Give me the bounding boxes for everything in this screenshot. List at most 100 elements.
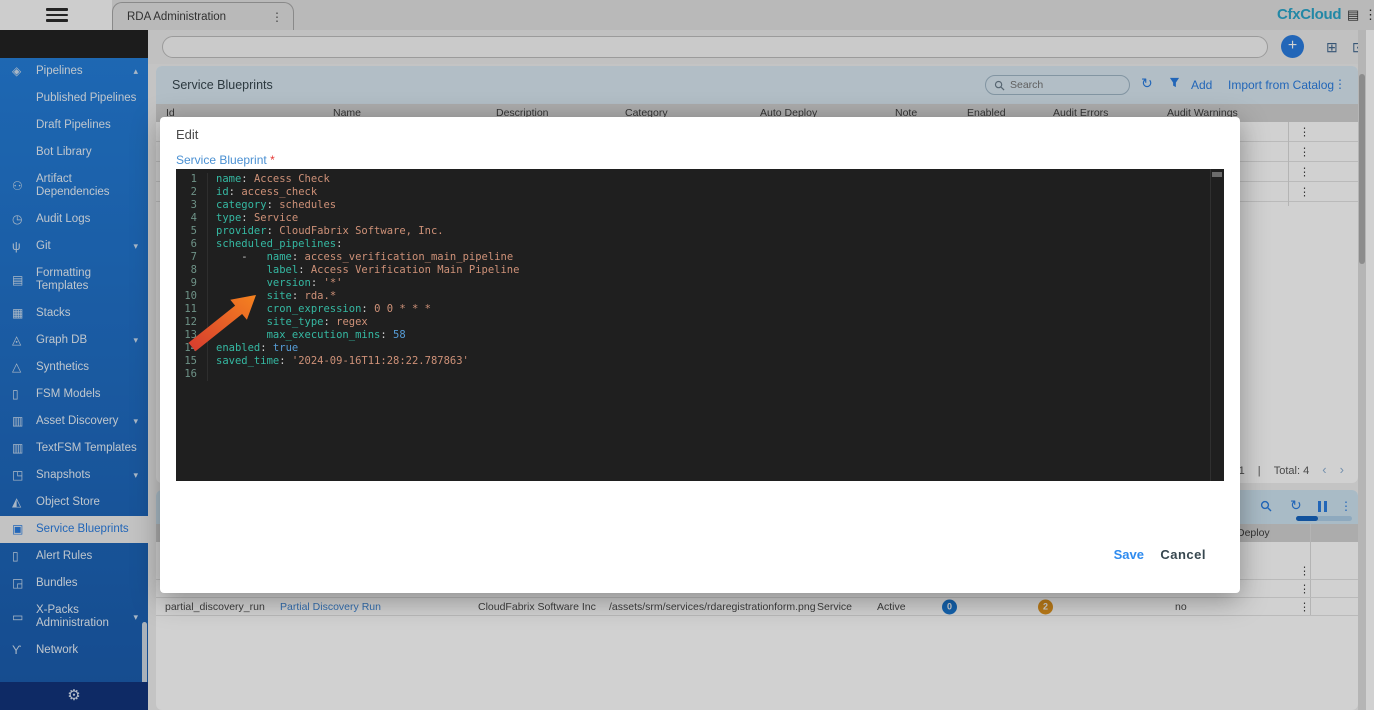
code-line: 3 category: schedules (176, 199, 1224, 212)
line-number: 4 (176, 212, 208, 225)
line-number: 12 (176, 316, 208, 329)
code-token: : (267, 199, 280, 211)
code-token: max_execution_mins (267, 329, 381, 341)
code-line: 7 - name: access_verification_main_pipel… (176, 251, 1224, 264)
code-token: name (216, 173, 241, 185)
code-token: 0 0 * * * (374, 303, 431, 315)
line-number: 14 (176, 342, 208, 355)
cancel-button[interactable]: Cancel (1160, 547, 1206, 562)
code-token: category (216, 199, 267, 211)
code-token: label (267, 264, 299, 276)
code-token: : (361, 303, 374, 315)
code-content: category: schedules (216, 199, 336, 212)
code-token: name (267, 251, 292, 263)
code-content: site: rda.* (216, 290, 336, 303)
line-number: 13 (176, 329, 208, 342)
code-line: 16 (176, 368, 1224, 381)
code-token: '*' (324, 277, 343, 289)
code-line: 4 type: Service (176, 212, 1224, 225)
edit-modal: Edit Service Blueprint * 1 name: Access C… (160, 117, 1240, 593)
line-number: 6 (176, 238, 208, 251)
code-line: 1 name: Access Check (176, 173, 1224, 186)
line-number: 1 (176, 173, 208, 186)
code-token: - (216, 251, 267, 263)
line-number: 2 (176, 186, 208, 199)
code-line: 13 max_execution_mins: 58 (176, 329, 1224, 342)
code-token: true (273, 342, 298, 354)
line-number: 5 (176, 225, 208, 238)
code-token: cron_expression (267, 303, 362, 315)
code-content: name: Access Check (216, 173, 330, 186)
line-number: 11 (176, 303, 208, 316)
code-token (216, 264, 267, 276)
code-token: type (216, 212, 241, 224)
code-token: site (267, 290, 292, 302)
code-content: label: Access Verification Main Pipeline (216, 264, 519, 277)
code-token (216, 329, 267, 341)
code-content: id: access_check (216, 186, 317, 199)
code-token: : (267, 225, 280, 237)
code-content: max_execution_mins: 58 (216, 329, 406, 342)
code-token: version (267, 277, 311, 289)
code-content: cron_expression: 0 0 * * * (216, 303, 431, 316)
code-content: scheduled_pipelines: (216, 238, 342, 251)
editor-scroll-thumb[interactable] (1212, 172, 1222, 177)
code-line: 2 id: access_check (176, 186, 1224, 199)
code-token: : (241, 173, 254, 185)
app-root: RDA Administration ⋮ CfxCloud ▤ ⋮ + ⊞ ⊡ … (0, 0, 1374, 717)
code-content: enabled: true (216, 342, 298, 355)
yaml-editor[interactable]: 1 name: Access Check 2 id: access_check 3 cat… (176, 169, 1224, 481)
code-content: - name: access_verification_main_pipelin… (216, 251, 513, 264)
code-token: access_check (241, 186, 317, 198)
code-token: : (229, 186, 242, 198)
line-number: 9 (176, 277, 208, 290)
code-token: enabled (216, 342, 260, 354)
code-token: : (292, 251, 305, 263)
code-token: : (298, 264, 311, 276)
code-token: id (216, 186, 229, 198)
code-line: 15 saved_time: '2024-09-16T11:28:22.78786… (176, 355, 1224, 368)
code-token: scheduled_pipelines (216, 238, 336, 250)
code-token: '2024-09-16T11:28:22.787863' (292, 355, 469, 367)
code-token: site_type (267, 316, 324, 328)
code-token: rda.* (305, 290, 337, 302)
code-token: schedules (279, 199, 336, 211)
code-line: 11 cron_expression: 0 0 * * * (176, 303, 1224, 316)
code-token: provider (216, 225, 267, 237)
code-line: 12 site_type: regex (176, 316, 1224, 329)
code-content: type: Service (216, 212, 298, 225)
line-number: 8 (176, 264, 208, 277)
code-line: 8 label: Access Verification Main Pipeli… (176, 264, 1224, 277)
code-token (216, 290, 267, 302)
modal-title: Edit (176, 127, 198, 142)
required-asterisk: * (270, 153, 275, 167)
code-content: version: '*' (216, 277, 342, 290)
line-number: 16 (176, 368, 208, 381)
code-line: 14 enabled: true (176, 342, 1224, 355)
line-number: 15 (176, 355, 208, 368)
code-token (216, 303, 267, 315)
code-token: CloudFabrix Software, Inc. (279, 225, 443, 237)
code-token: : (292, 290, 305, 302)
code-token: : (336, 238, 342, 250)
code-token: : (311, 277, 324, 289)
code-token: : (323, 316, 336, 328)
code-token: saved_time (216, 355, 279, 367)
code-token (216, 316, 267, 328)
code-token: : (241, 212, 254, 224)
field-label: Service Blueprint * (176, 153, 275, 167)
editor-scroll-track (1210, 169, 1211, 481)
code-token: Service (254, 212, 298, 224)
code-token: : (279, 355, 292, 367)
code-content: site_type: regex (216, 316, 368, 329)
save-button[interactable]: Save (1114, 547, 1144, 562)
code-line: 9 version: '*' (176, 277, 1224, 290)
code-token: : (380, 329, 393, 341)
line-number: 3 (176, 199, 208, 212)
line-number: 7 (176, 251, 208, 264)
code-token: regex (336, 316, 368, 328)
code-line: 5 provider: CloudFabrix Software, Inc. (176, 225, 1224, 238)
code-token (216, 277, 267, 289)
code-line: 6 scheduled_pipelines: (176, 238, 1224, 251)
code-token: 58 (393, 329, 406, 341)
